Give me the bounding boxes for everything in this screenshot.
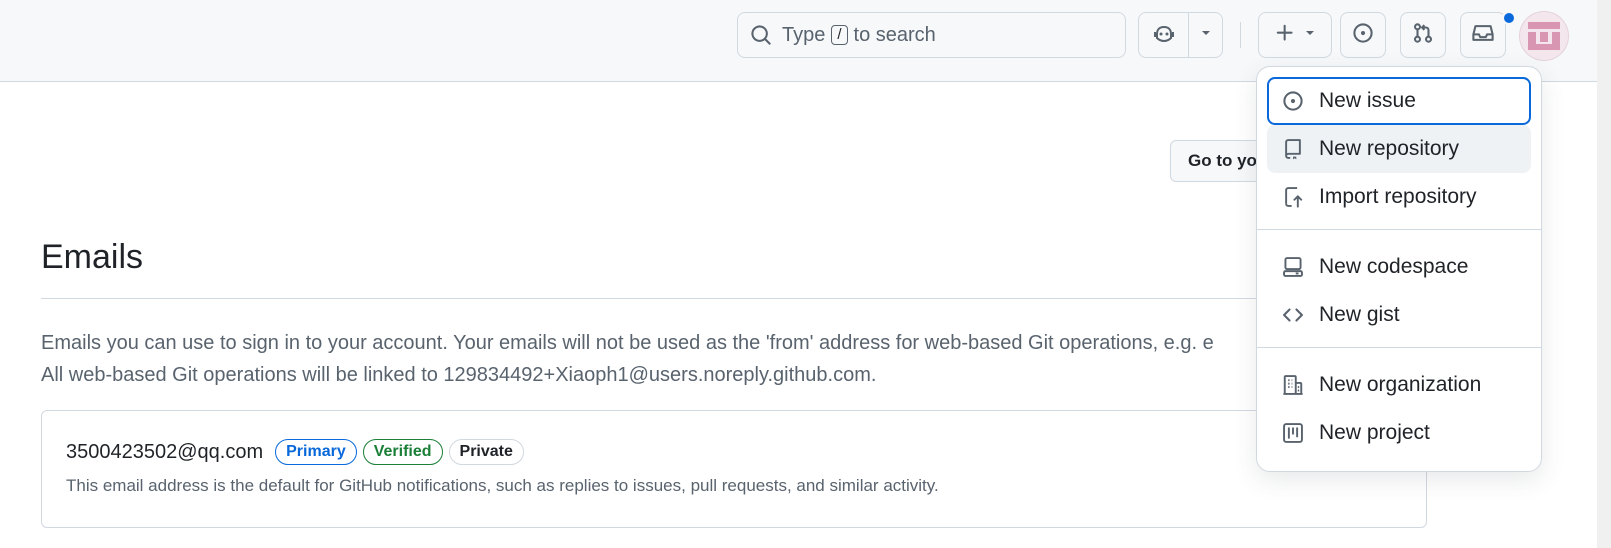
menu-item-label: New repository — [1319, 137, 1460, 160]
menu-item-new-codespace[interactable]: New codespace — [1267, 243, 1531, 291]
menu-item-new-repository[interactable]: New repository — [1267, 125, 1531, 173]
menu-divider — [1257, 229, 1541, 230]
menu-item-new-gist[interactable]: New gist — [1267, 291, 1531, 339]
copilot-dropdown-button[interactable] — [1188, 13, 1222, 57]
issues-button[interactable] — [1340, 12, 1386, 58]
issue-opened-icon — [1281, 89, 1305, 113]
copilot-button[interactable] — [1139, 13, 1188, 57]
inbox-button[interactable] — [1460, 12, 1506, 58]
copilot-button-group — [1138, 12, 1223, 58]
codespaces-icon — [1281, 255, 1305, 279]
search-prefix: Type — [782, 23, 826, 46]
git-pull-request-icon — [1412, 22, 1434, 49]
menu-item-new-project[interactable]: New project — [1267, 409, 1531, 457]
description-line-2: All web-based Git operations will be lin… — [41, 364, 877, 386]
page-scrollbar[interactable] — [1597, 0, 1611, 548]
page-title: Emails — [41, 238, 144, 276]
menu-divider — [1257, 347, 1541, 348]
pull-requests-button[interactable] — [1400, 12, 1446, 58]
email-address: 3500423502@qq.com — [66, 440, 264, 463]
plus-icon — [1274, 22, 1296, 49]
repo-icon — [1281, 137, 1305, 161]
menu-item-label: New organization — [1319, 373, 1482, 396]
menu-item-label: New gist — [1319, 303, 1400, 326]
email-row: 3500423502@qq.com Primary Verified Priva… — [66, 439, 524, 465]
menu-item-label: New issue — [1319, 89, 1416, 112]
code-icon — [1281, 303, 1305, 327]
organization-icon — [1281, 373, 1305, 397]
menu-item-import-repository[interactable]: Import repository — [1267, 173, 1531, 221]
issue-opened-icon — [1352, 22, 1374, 49]
search-icon — [750, 24, 772, 46]
verified-badge: Verified — [362, 439, 443, 465]
menu-item-label: New codespace — [1319, 255, 1469, 278]
menu-item-new-issue[interactable]: New issue — [1267, 77, 1531, 125]
create-new-button[interactable] — [1258, 12, 1332, 58]
primary-badge: Primary — [275, 439, 357, 465]
menu-item-new-organization[interactable]: New organization — [1267, 361, 1531, 409]
repo-push-icon — [1281, 185, 1305, 209]
project-icon — [1281, 421, 1305, 445]
notification-dot — [1502, 11, 1516, 25]
triangle-down-icon — [1200, 26, 1212, 44]
emails-description: Emails you can use to sign in to your ac… — [41, 327, 1261, 391]
search-input[interactable]: Type / to search — [737, 12, 1126, 58]
create-new-menu: New issue New repository Import reposito… — [1256, 66, 1542, 472]
menu-item-label: New project — [1319, 421, 1430, 444]
copilot-icon — [1152, 21, 1176, 50]
search-shortcut-key: / — [831, 25, 848, 45]
triangle-down-icon — [1304, 26, 1316, 44]
email-note: This email address is the default for Gi… — [66, 476, 939, 495]
search-suffix: to search — [853, 23, 936, 46]
email-card: 3500423502@qq.com Primary Verified Priva… — [41, 410, 1427, 528]
menu-item-label: Import repository — [1319, 185, 1477, 208]
user-avatar[interactable] — [1520, 12, 1568, 60]
header-divider — [1240, 22, 1241, 48]
title-divider — [41, 298, 1427, 299]
description-line-1: Emails you can use to sign in to your ac… — [41, 332, 1214, 354]
private-badge: Private — [448, 439, 524, 465]
inbox-icon — [1472, 22, 1494, 49]
